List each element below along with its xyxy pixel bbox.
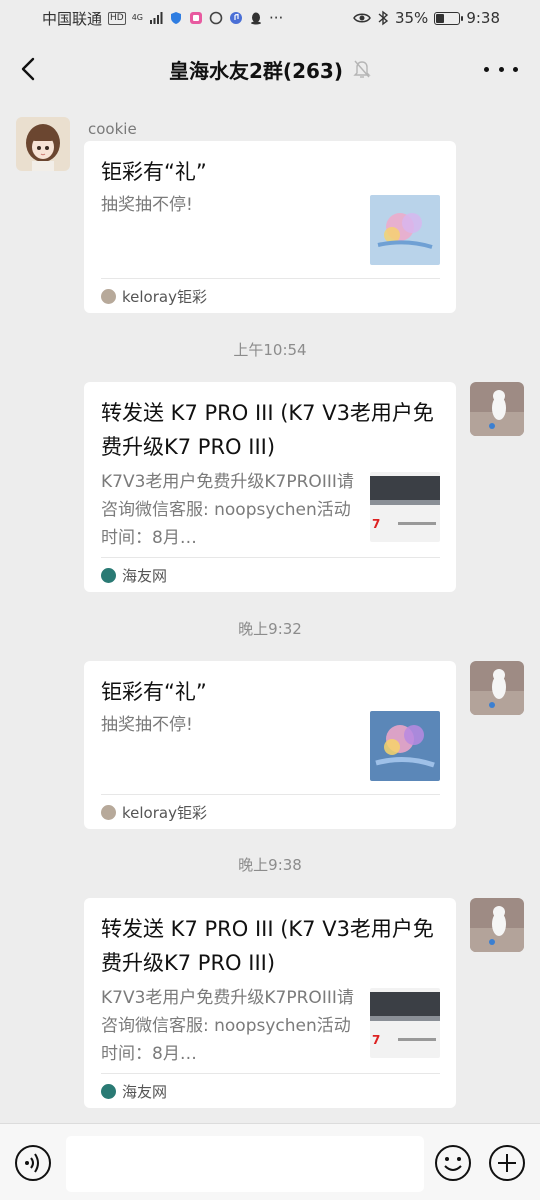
timestamp: 上午10:54 — [233, 341, 307, 359]
hd-badge: HD — [108, 11, 126, 25]
battery-percent: 35% — [394, 9, 429, 27]
source-name: 海友网 — [122, 1082, 168, 1101]
plus-circle-icon[interactable] — [488, 1144, 526, 1182]
card-thumbnail — [370, 711, 440, 781]
my-avatar[interactable] — [470, 661, 524, 715]
card-source: 海友网 — [101, 557, 440, 592]
network-label: 4G — [131, 13, 144, 22]
more-notifications-icon: ··· — [269, 9, 284, 27]
my-avatar[interactable] — [470, 898, 524, 952]
my-avatar[interactable] — [470, 382, 524, 436]
timestamp: 晚上9:38 — [238, 856, 302, 874]
qq-app-icon — [251, 12, 262, 25]
card-description: K7V3老用户免费升级K7PROIII请咨询微信客服: noopsychen活动… — [101, 472, 354, 548]
battery-icon — [434, 11, 464, 25]
link-card[interactable]: 转发送 K7 PRO III (K7 V3老用户免费升级K7 PRO III) … — [84, 898, 456, 1108]
card-thumbnail — [370, 195, 440, 265]
source-logo-icon — [101, 288, 116, 304]
card-thumbnail: 7 — [370, 472, 440, 542]
chat-input-bar — [0, 1123, 540, 1200]
card-title: 钜彩有“礼” — [101, 680, 207, 704]
chat-header: 皇海水友2群(263) — [0, 36, 540, 102]
signal-icon — [150, 12, 163, 24]
sender-avatar[interactable] — [16, 117, 70, 171]
avatar-image — [16, 117, 70, 171]
card-source: keloray钜彩 — [101, 278, 440, 313]
link-card[interactable]: 钜彩有“礼” 抽奖抽不停! keloray钜彩 — [84, 141, 456, 313]
music-app-icon — [230, 12, 243, 24]
bell-off-icon — [353, 60, 371, 78]
source-logo-icon — [101, 567, 116, 583]
source-name: keloray钜彩 — [122, 803, 207, 822]
card-title: 钜彩有“礼” — [101, 160, 207, 184]
chevron-left-icon[interactable] — [14, 54, 44, 84]
svg-text:7: 7 — [372, 517, 380, 531]
source-name: 海友网 — [122, 566, 168, 585]
card-thumbnail: 7 — [370, 988, 440, 1058]
app-grid-icon — [190, 12, 203, 24]
card-title: 转发送 K7 PRO III (K7 V3老用户免费升级K7 PRO III) — [101, 401, 434, 459]
bluetooth-icon — [378, 10, 389, 26]
card-source: keloray钜彩 — [101, 794, 440, 829]
link-card[interactable]: 钜彩有“礼” 抽奖抽不停! keloray钜彩 — [84, 661, 456, 829]
eye-icon — [353, 13, 371, 23]
sender-name: cookie — [88, 120, 137, 138]
timestamp: 晚上9:32 — [238, 620, 302, 638]
svg-text:7: 7 — [372, 1033, 380, 1047]
clock: 9:38 — [466, 9, 500, 27]
emoji-icon[interactable] — [434, 1144, 472, 1182]
link-card[interactable]: 转发送 K7 PRO III (K7 V3老用户免费升级K7 PRO III) … — [84, 382, 456, 592]
more-horizontal-icon[interactable] — [484, 54, 518, 84]
card-source: 海友网 — [101, 1073, 440, 1108]
circle-app-icon — [209, 11, 223, 25]
shield-app-icon — [171, 12, 182, 24]
source-logo-icon — [101, 804, 116, 820]
source-logo-icon — [101, 1083, 116, 1099]
card-description: K7V3老用户免费升级K7PROIII请咨询微信客服: noopsychen活动… — [101, 988, 354, 1064]
card-title: 转发送 K7 PRO III (K7 V3老用户免费升级K7 PRO III) — [101, 917, 434, 975]
chat-title: 皇海水友2群(263) — [169, 55, 371, 84]
carrier-label: 中国联通 — [42, 9, 103, 28]
message-input[interactable] — [66, 1136, 424, 1192]
source-name: keloray钜彩 — [122, 287, 207, 306]
group-name: 皇海水友2群(263) — [169, 58, 343, 83]
status-bar: 中国联通 HD 4G ··· 35% 9:38 — [0, 0, 540, 36]
voice-icon[interactable] — [14, 1144, 52, 1182]
